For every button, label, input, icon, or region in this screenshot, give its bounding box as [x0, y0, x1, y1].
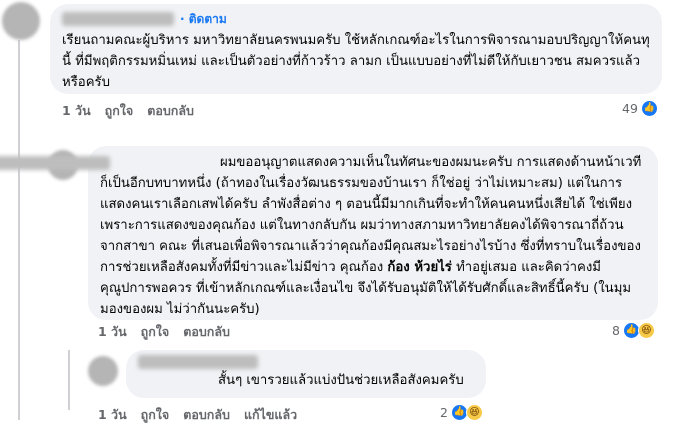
- author-name[interactable]: [62, 12, 174, 26]
- comment-bubble: · ติดตาม เรียนถามคณะผู้บริหาร มหาวิทยาลั…: [50, 4, 662, 94]
- author-name[interactable]: [138, 355, 258, 369]
- thread-line: [68, 350, 70, 410]
- avatar[interactable]: [88, 356, 118, 386]
- thread-line: [18, 40, 20, 140]
- haha-reaction-icon: 😆: [465, 404, 483, 421]
- comment-bubble: ผมขออนุญาตแสดงความเห็นในทัศนะของผมนะครับ…: [0, 146, 658, 320]
- like-reaction-icon: 👍: [640, 100, 658, 117]
- follow-button[interactable]: · ติดตาม: [180, 10, 227, 29]
- comment-time[interactable]: 1 วัน: [98, 322, 127, 342]
- reply-button[interactable]: ตอบกลับ: [183, 405, 230, 425]
- comment-time[interactable]: 1 วัน: [98, 405, 127, 425]
- mention-link[interactable]: ก้อง ห้วยไร่: [387, 260, 451, 275]
- like-button[interactable]: ถูกใจ: [141, 322, 170, 342]
- thread-line: [18, 140, 20, 420]
- reaction-summary[interactable]: 2 👍 😆: [440, 404, 483, 421]
- comment-time[interactable]: 1 วัน: [62, 101, 91, 121]
- avatar[interactable]: [2, 2, 40, 40]
- edited-label[interactable]: แก้ไขแล้ว: [244, 405, 297, 425]
- comment-actions: 1 วัน ถูกใจ ตอบกลับ: [62, 101, 194, 121]
- reaction-summary[interactable]: 8 👍 😆: [612, 322, 655, 339]
- comment-actions: 1 วัน ถูกใจ ตอบกลับ แก้ไขแล้ว: [98, 405, 297, 425]
- comment-actions: 1 วัน ถูกใจ ตอบกลับ: [98, 322, 230, 342]
- comment-text: เรียนถามคณะผู้บริหาร มหาวิทยาลัยนครพนมคร…: [62, 33, 650, 90]
- comment-text: สั้นๆ เขารวยแล้วแบ่งปันช่วยเหลือสังคมครั…: [218, 373, 464, 388]
- like-button[interactable]: ถูกใจ: [141, 405, 170, 425]
- comment-bubble: สั้นๆ เขารวยแล้วแบ่งปันช่วยเหลือสังคมครั…: [126, 350, 486, 398]
- comment-text: ผมขออนุญาตแสดงความเห็นในทัศนะของผมนะครับ…: [0, 152, 646, 320]
- author-name[interactable]: [0, 156, 110, 170]
- reply-button[interactable]: ตอบกลับ: [183, 322, 230, 342]
- haha-reaction-icon: 😆: [637, 322, 655, 339]
- reaction-count: 8: [612, 323, 620, 338]
- reply-button[interactable]: ตอบกลับ: [147, 101, 194, 121]
- like-button[interactable]: ถูกใจ: [105, 101, 134, 121]
- reaction-count: 49: [622, 101, 638, 116]
- reaction-summary[interactable]: 49 👍: [622, 100, 658, 117]
- reaction-count: 2: [440, 405, 448, 420]
